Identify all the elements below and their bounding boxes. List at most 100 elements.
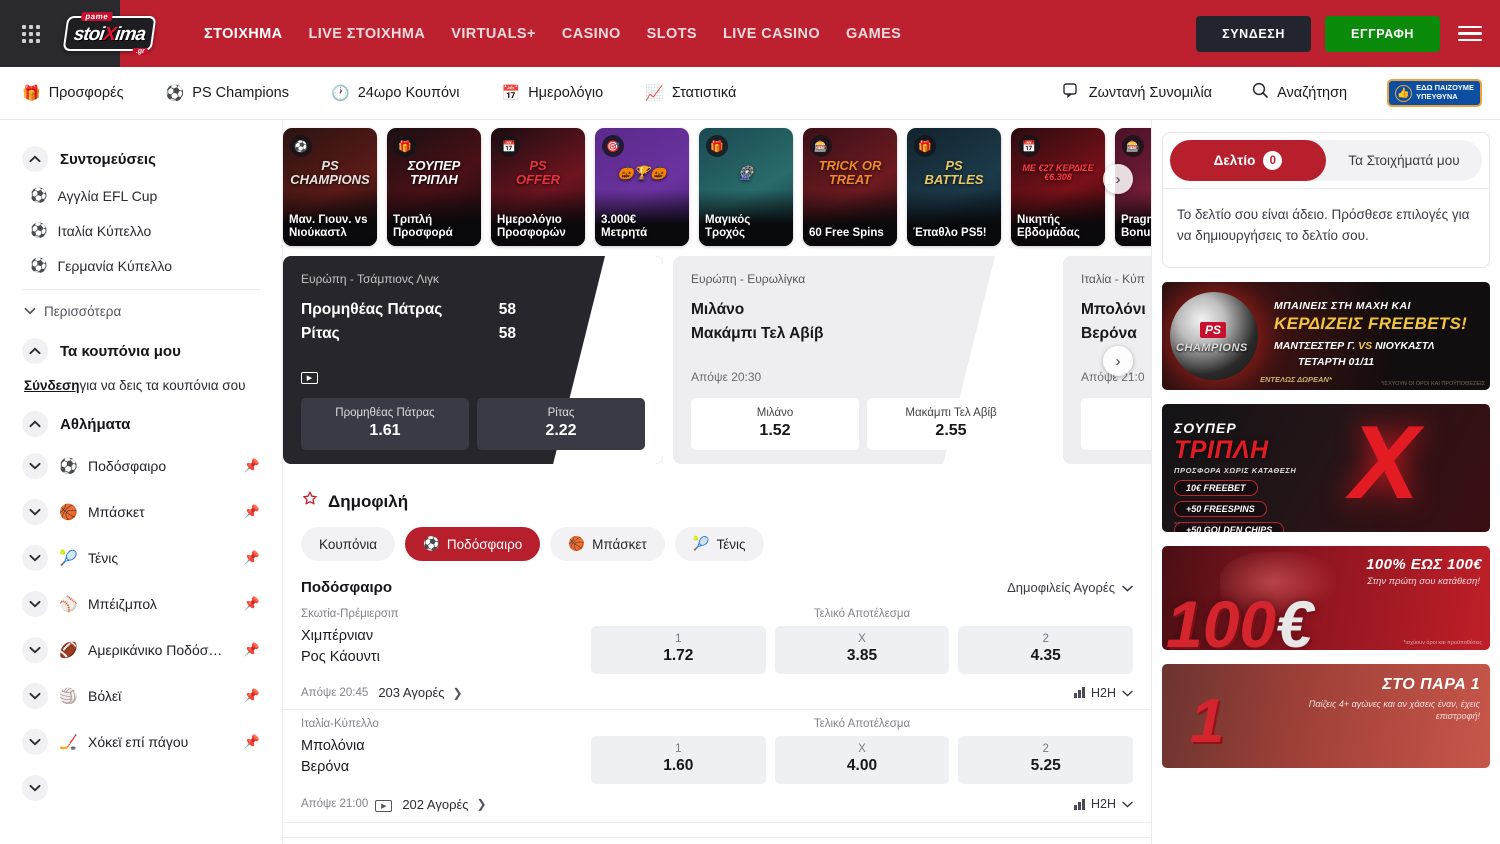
sidebar-item-basketball[interactable]: 🏀 Μπάσκετ 📌 [22,489,260,535]
odd-button-2[interactable]: 2 4.35 [958,626,1133,674]
subnav-item-offers[interactable]: 🎁 Προσφορές [22,85,124,101]
promo-carousel-next-button[interactable]: › [1103,164,1133,194]
site-logo[interactable]: pame stoiXima .gr [54,11,166,57]
nav-item-casino[interactable]: CASINO [562,26,621,42]
tab-basketball[interactable]: 🏀 Μπάσκετ [550,527,664,561]
promo-card-triple-offer[interactable]: 🎁 ΣΟΥΠΕΡΤΡΙΠΛΗ Τριπλή Προσφορά [387,128,481,246]
promo-card-ps5-prize[interactable]: 🎁 PSBATTLES Έπαθλο PS5! [907,128,1001,246]
nav-item-slots[interactable]: SLOTS [647,26,697,42]
sidebar-item-baseball[interactable]: ⚾ Μπέιζμπολ 📌 [22,581,260,627]
pin-icon[interactable]: 📌 [244,688,260,704]
subnav-item-statistics[interactable]: 📈 Στατιστικά [645,85,736,101]
chevron-down-icon[interactable] [22,683,48,709]
chevron-down-icon[interactable] [22,499,48,525]
sidebar-item-next[interactable] [22,765,260,811]
pin-icon[interactable]: 📌 [244,504,260,520]
chevron-right-icon[interactable]: ❯ [477,797,487,811]
sidebar-item-germania-kypello[interactable]: ⚽ Γερμανία Κύπελλο [22,248,260,283]
sidebar-item-football[interactable]: ⚽ Ποδόσφαιρο 📌 [22,443,260,489]
chevron-down-icon[interactable] [22,545,48,571]
banner-sto-para-1[interactable]: 1 ΣΤΟ ΠΑΡΑ 1 Παίζεις 4+ αγώνες και αν χά… [1162,664,1490,768]
chevron-right-icon[interactable]: ❯ [453,686,463,700]
show-more-button[interactable]: Περισσότερα [22,290,260,326]
pin-icon[interactable]: 📌 [244,596,260,612]
shortcuts-header[interactable]: Συντομεύσεις [22,146,260,172]
pin-icon[interactable]: 📌 [244,550,260,566]
sidebar-item-tennis[interactable]: 🎾 Τένις 📌 [22,535,260,581]
pin-icon[interactable]: 📌 [244,642,260,658]
banner-ps-champions[interactable]: PS CHAMPIONS ΜΠΑΙΝΕΙΣ ΣΤΗ ΜΑΧΗ ΚΑΙ ΚΕΡΔΙ… [1162,282,1490,390]
odd-button-x[interactable]: X 4.00 [775,736,950,784]
tab-tennis[interactable]: 🎾 Τένις [675,527,764,561]
odd-button-1[interactable]: 1 1.60 [591,736,766,784]
odd-button-home[interactable]: Μιλάνο 1.52 [691,398,859,450]
tab-betslip[interactable]: Δελτίο 0 [1170,140,1326,181]
odd-button-2[interactable]: 2 5.25 [958,736,1133,784]
match-away-team[interactable]: Ρος Κάουντι [301,647,591,668]
match-home-team[interactable]: Μπολόνια [301,736,591,757]
chevron-down-icon[interactable] [22,591,48,617]
chevron-down-icon[interactable] [22,729,48,755]
tab-coupons[interactable]: Κουπόνια [301,527,395,561]
match-markets-count[interactable]: 203 Αγορές [378,685,444,700]
odd-button-away[interactable]: Ρίτας 2.22 [477,398,645,450]
nav-item-live-stoixima[interactable]: LIVE ΣΤΟΙΧΗΜΑ [309,26,426,42]
login-button[interactable]: ΣΥΝΔΕΣΗ [1196,16,1311,52]
sidebar-item-italia-kypello[interactable]: ⚽ Ιταλία Κύπελλο [22,213,260,248]
search-button[interactable]: Αναζήτηση [1252,82,1347,104]
banner-super-triple[interactable]: X ΣΟΥΠΕΡ ΤΡΙΠΛΗ ΠΡΟΣΦΟΡΑ ΧΩΡΙΣ ΚΑΤΑΘΕΣΗ … [1162,404,1490,532]
tab-my-bets[interactable]: Τα Στοιχήματά μου [1326,140,1482,181]
promo-card-weekly-winner[interactable]: 📅 ΜΕ €27 ΚΕΡΔΙΣΕ€6.308 Νικητής Εβδομάδας [1011,128,1105,246]
subnav-item-24h-coupon[interactable]: 🕐 24ωρο Κουπόνι [331,85,460,101]
tv-play-icon[interactable]: ▶ [375,795,392,813]
nav-item-live-casino[interactable]: LIVE CASINO [723,26,820,42]
event-card-milano-maccabi[interactable]: Ευρώπη - Ευρωλίγκα Μιλάνο Μακάμπι Τελ Αβ… [673,256,1053,464]
subnav-item-calendar[interactable]: 📅 Ημερολόγιο [502,85,604,101]
odd-button-x[interactable]: X 3.85 [775,626,950,674]
my-coupons-header[interactable]: Τα κουπόνια μου [22,338,260,364]
sidebar-item-volleyball[interactable]: 🏐 Βόλεϊ 📌 [22,673,260,719]
match-away-team[interactable]: Βερόνα [301,757,591,778]
nav-item-games[interactable]: GAMES [846,26,901,42]
chevron-down-icon[interactable] [22,637,48,663]
pin-icon[interactable]: 📌 [244,734,260,750]
nav-item-stoixima[interactable]: ΣΤΟΙΧΗΜΑ [204,26,283,42]
responsible-gaming-badge[interactable]: 👍 ΕΔΩ ΠΑΙΖΟΥΜΕ ΥΠΕΥΘΥΝΑ [1387,79,1482,106]
tab-football[interactable]: ⚽ Ποδόσφαιρο [405,527,540,561]
sidebar-login-link[interactable]: Σύνδεση [24,378,80,393]
banner-line2: ΚΕΡΔΙΖΕΙΣ FREEBETS! [1274,314,1467,334]
apps-grid-icon[interactable] [14,25,48,43]
match-home-team[interactable]: Χιμπέρνιαν [301,626,591,647]
promo-card-offers-calendar[interactable]: 📅 PSOFFER Ημερολόγιο Προσφορών [491,128,585,246]
my-coupons-title: Τα κουπόνια μου [60,343,181,360]
banner-triple-label: ΤΡΙΠΛΗ [1174,436,1269,465]
banner-100-percent-bonus[interactable]: 100€ 100% ΕΩΣ 100€ Στην πρώτη σου κατάθε… [1162,546,1490,650]
nav-item-virtuals[interactable]: VIRTUALS+ [451,26,536,42]
chevron-down-icon[interactable] [22,453,48,479]
pin-icon[interactable]: 📌 [244,458,260,474]
promo-card-magic-wheel[interactable]: 🎁 🎡 Μαγικός Τροχός [699,128,793,246]
h2h-button[interactable]: H2H [1074,797,1133,811]
promo-card-cash-3000[interactable]: 🎯 🎃🏆🎃 3.000€ Μετρητά [595,128,689,246]
event-card-promitheas-ritas[interactable]: Ευρώπη - Τσάμπιονς Λιγκ Προμηθέας Πάτρας… [283,256,663,464]
register-button[interactable]: ΕΓΓΡΑΦΗ [1325,16,1440,52]
promo-card-ps-champions[interactable]: ⚽ PSCHAMPIONS Μαν. Γιουν. vs Νιούκαστλ [283,128,377,246]
subnav-item-ps-champions[interactable]: ⚽ PS Champions [166,85,289,101]
match-markets-count[interactable]: 202 Αγορές [402,797,468,812]
odd-button-home[interactable]: 1 1.6 [1081,398,1151,450]
hamburger-menu-icon[interactable] [1458,26,1482,42]
markets-selector[interactable]: Δημοφιλείς Αγορές [1007,580,1133,595]
promo-card-60-free-spins[interactable]: 🎰 TRICK ORTREAT 60 Free Spins [803,128,897,246]
events-carousel-next-button[interactable]: › [1103,346,1133,376]
h2h-button[interactable]: H2H [1074,686,1133,700]
odd-button-1[interactable]: 1 1.72 [591,626,766,674]
sidebar-item-american-football[interactable]: 🏈 Αμερικάνικο Ποδόσ… 📌 [22,627,260,673]
event-stream-indicator[interactable]: ▶ [301,371,645,384]
sports-header[interactable]: Αθλήματα [22,411,260,437]
sidebar-item-efl-cup[interactable]: ⚽ Αγγλία EFL Cup [22,178,260,213]
sidebar-item-ice-hockey[interactable]: 🏒 Χόκεϊ επί πάγου 📌 [22,719,260,765]
chevron-down-icon[interactable] [22,775,48,801]
odd-button-home[interactable]: Προμηθέας Πάτρας 1.61 [301,398,469,450]
odd-button-away[interactable]: Μακάμπι Τελ Αβίβ 2.55 [867,398,1035,450]
live-chat-button[interactable]: Ζωντανή Συνομιλία [1063,83,1212,104]
